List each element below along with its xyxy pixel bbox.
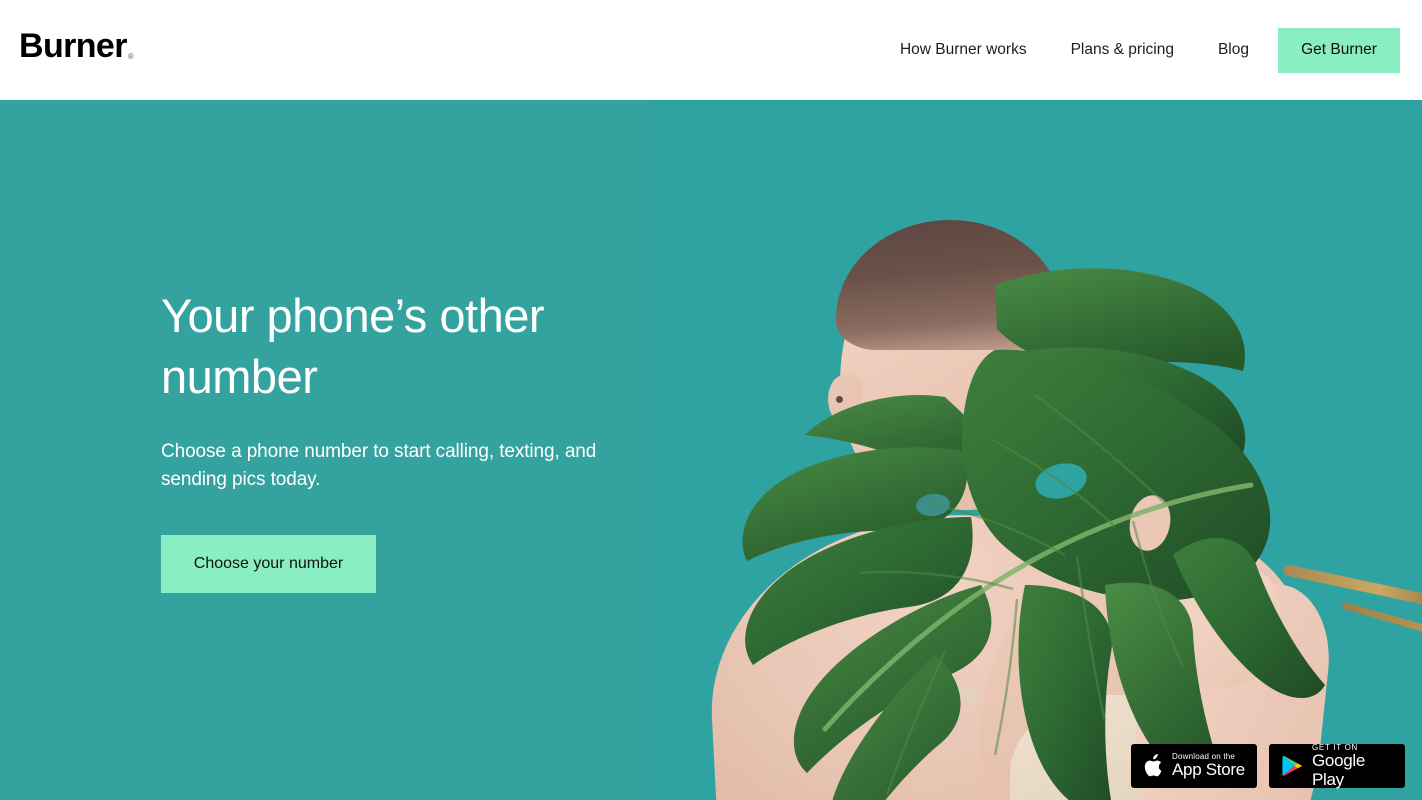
google-play-triangle-icon (1281, 754, 1303, 778)
choose-your-number-button[interactable]: Choose your number (161, 535, 376, 594)
app-store-badge[interactable]: Download on the App Store (1131, 744, 1257, 788)
nav-item-plans-pricing[interactable]: Plans & pricing (1071, 41, 1174, 59)
nav-item-how-burner-works[interactable]: How Burner works (900, 41, 1027, 59)
apple-logo-icon (1143, 754, 1163, 778)
hero-headline: Your phone’s other number (161, 289, 545, 404)
app-store-badge-text: Download on the App Store (1172, 752, 1245, 780)
site-header: Burner ® How Burner works Plans & pricin… (0, 0, 1422, 100)
google-play-badge-text: GET IT ON Google Play (1312, 743, 1393, 790)
google-play-badge-bottom-line: Google Play (1312, 750, 1366, 789)
app-store-badge-bottom-line: App Store (1172, 760, 1245, 780)
google-play-badge[interactable]: GET IT ON Google Play (1269, 743, 1405, 790)
get-burner-button[interactable]: Get Burner (1278, 27, 1400, 73)
main-navigation: How Burner works Plans & pricing Blog Ge… (900, 0, 1422, 100)
hero-copy: Your phone’s other number Choose a phone… (161, 285, 621, 594)
nav-item-blog[interactable]: Blog (1218, 41, 1249, 59)
monstera-leaf (695, 255, 1335, 800)
registered-trademark-icon: ® (127, 52, 134, 61)
logo-wordmark: Burner (19, 27, 127, 65)
app-store-badges: Download on the App Store GET IT ON Goog… (1131, 743, 1405, 790)
hero-photo (650, 100, 1422, 800)
burner-logo[interactable]: Burner ® (19, 29, 134, 63)
page-root: Burner ® How Burner works Plans & pricin… (0, 0, 1422, 800)
hero-section: Your phone’s other number Choose a phone… (0, 100, 1422, 800)
hero-subheadline: Choose a phone number to start calling, … (161, 441, 597, 490)
